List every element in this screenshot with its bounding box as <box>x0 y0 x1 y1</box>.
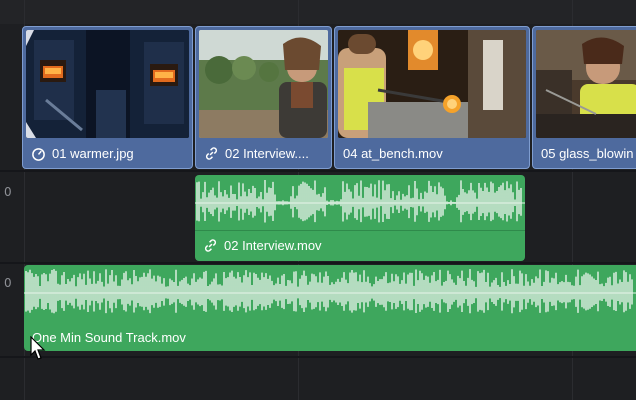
video-clip-name: 02 Interview.... <box>225 146 309 161</box>
video-clip-name: 05 glass_blowin <box>541 146 634 161</box>
video-clip-label: 02 Interview.... <box>204 146 327 161</box>
audio-clip-name: One Min Sound Track.mov <box>32 330 186 345</box>
video-clip-interview[interactable]: 02 Interview.... <box>195 26 332 169</box>
mouse-cursor-icon <box>30 336 46 360</box>
audio-clip-label: 02 Interview.mov <box>203 238 322 253</box>
clip-thumbnail-bench <box>338 30 526 138</box>
video-clip-label: 01 warmer.jpg <box>31 146 188 161</box>
audio-clip-sound-track[interactable]: One Min Sound Track.mov <box>24 265 636 351</box>
clip-thumbnail-glass-blowing <box>536 30 636 138</box>
audio-clip-interview[interactable]: 02 Interview.mov <box>195 175 525 261</box>
audio-waveform <box>24 269 636 314</box>
clip-thumbnail-interview <box>199 30 328 138</box>
link-icon <box>205 147 218 160</box>
audio-track-2-number: 0 <box>4 276 12 290</box>
video-clip-warmer[interactable]: 01 warmer.jpg <box>22 26 193 169</box>
video-clip-label: 05 glass_blowin <box>541 146 636 161</box>
video-clip-name: 01 warmer.jpg <box>52 146 134 161</box>
audio-waveform <box>195 180 525 223</box>
video-clip-name: 04 at_bench.mov <box>343 146 443 161</box>
video-clip-glass-blowing[interactable]: 05 glass_blowin <box>532 26 636 169</box>
track-divider <box>0 356 636 358</box>
audio-clip-label: One Min Sound Track.mov <box>32 330 186 345</box>
link-icon <box>204 239 217 252</box>
audio-clip-name: 02 Interview.mov <box>224 238 322 253</box>
track-divider <box>0 170 636 172</box>
timeline-ruler[interactable] <box>0 0 636 24</box>
video-clip-at-bench[interactable]: 04 at_bench.mov <box>334 26 530 169</box>
audio-track-1-number: 0 <box>4 185 12 199</box>
track-divider <box>0 262 636 264</box>
video-clip-label: 04 at_bench.mov <box>343 146 525 161</box>
clip-divider <box>195 230 525 231</box>
clip-thumbnail-furnace <box>26 30 189 138</box>
speedometer-icon <box>32 148 45 161</box>
timeline[interactable]: 0 0 01 warmer.jpg 02 Interview.... 04 at… <box>0 0 636 400</box>
